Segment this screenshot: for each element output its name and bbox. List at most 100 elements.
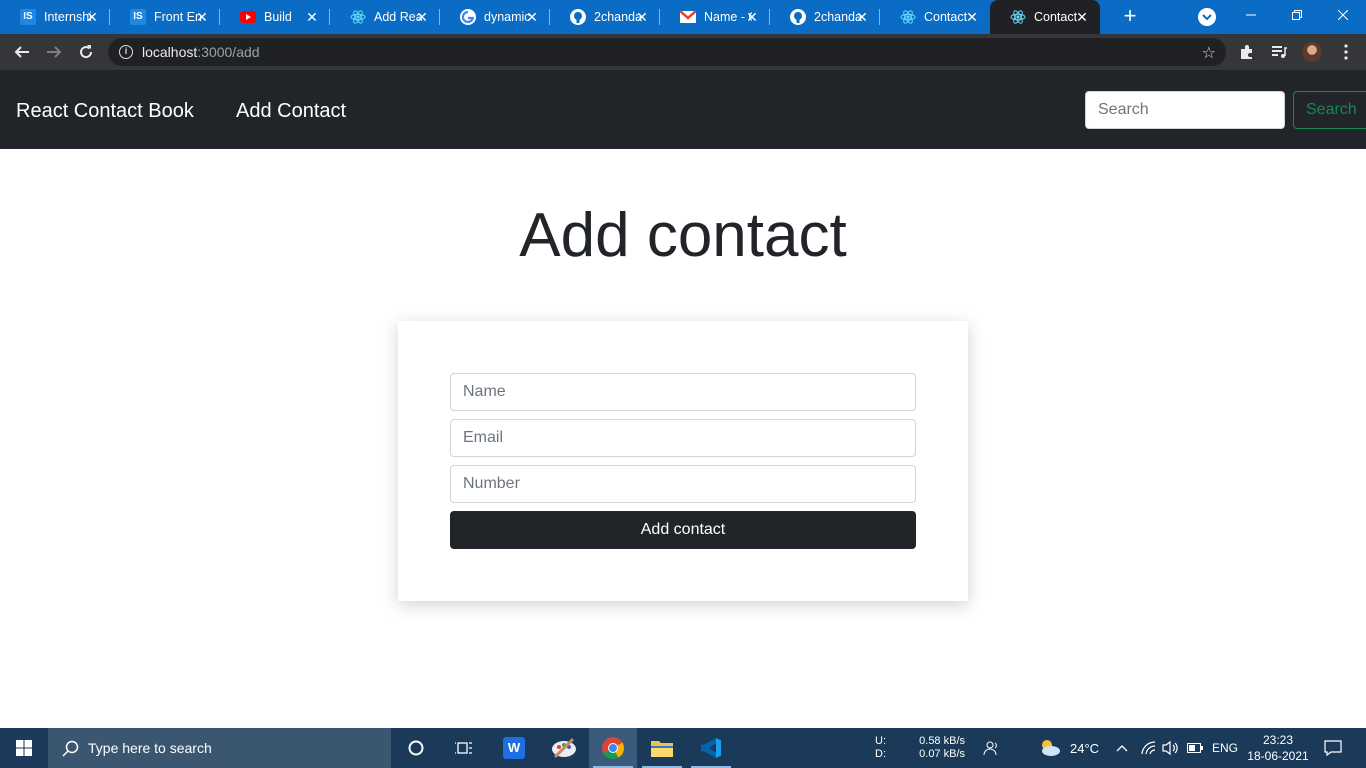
- browser-tab[interactable]: 2chanda ✕: [550, 0, 660, 34]
- speaker-icon: [1162, 740, 1178, 756]
- tab-close-icon[interactable]: ✕: [744, 9, 760, 25]
- address-bar[interactable]: i localhost:3000/add ☆: [108, 38, 1226, 66]
- paint-icon: [552, 737, 576, 759]
- browser-toolbar: i localhost:3000/add ☆: [0, 34, 1366, 70]
- arrow-right-icon: [47, 46, 62, 58]
- browser-tab-strip: ISInternship✕ISFront End✕Build✕Add React…: [0, 0, 1366, 34]
- task-view-button[interactable]: [440, 728, 488, 768]
- show-hidden-icons-button[interactable]: [1116, 728, 1128, 768]
- browser-menu-button[interactable]: [1336, 42, 1356, 62]
- reload-icon: [80, 45, 93, 59]
- browser-tab[interactable]: Add React✕: [330, 0, 440, 34]
- start-button[interactable]: [0, 728, 48, 768]
- profile-avatar[interactable]: [1302, 42, 1322, 62]
- chrome-icon: [602, 737, 624, 759]
- browser-tab[interactable]: ISInternship✕: [0, 0, 110, 34]
- url-path: :3000/add: [197, 44, 260, 60]
- chevron-down-icon: [1202, 14, 1212, 21]
- tab-close-icon[interactable]: ✕: [84, 9, 100, 25]
- wps-office-icon: W: [503, 737, 525, 759]
- app-navbar: React Contact Book Add Contact Search: [0, 70, 1366, 149]
- notifications-button[interactable]: [1324, 728, 1342, 768]
- youtube-favicon-icon: [240, 9, 256, 25]
- url-host: localhost: [142, 44, 198, 60]
- browser-tab[interactable]: Name - G✕: [660, 0, 770, 34]
- clock-time: 23:23: [1262, 733, 1294, 747]
- bookmark-star-icon[interactable]: ☆: [1202, 43, 1216, 63]
- number-field[interactable]: [450, 465, 916, 503]
- tab-close-icon[interactable]: ✕: [964, 9, 980, 25]
- download-label: D:: [875, 748, 886, 760]
- battery-button[interactable]: [1187, 728, 1203, 768]
- weather-widget[interactable]: 24°C: [1038, 728, 1099, 768]
- folder-icon: [651, 741, 673, 757]
- minimize-button[interactable]: [1228, 0, 1274, 30]
- back-button[interactable]: [10, 40, 34, 64]
- browser-tab[interactable]: Contact ✕: [990, 0, 1100, 34]
- react-favicon-icon: [1010, 9, 1026, 25]
- site-info-icon[interactable]: i: [119, 45, 133, 59]
- search-icon: [62, 740, 79, 757]
- avatar-image: [1302, 42, 1322, 62]
- browser-tab[interactable]: Build ✕: [220, 0, 330, 34]
- react-favicon-icon: [350, 9, 366, 25]
- battery-icon: [1187, 743, 1203, 753]
- close-window-button[interactable]: [1320, 0, 1366, 30]
- taskbar-vscode-app[interactable]: [687, 728, 735, 768]
- url-text: localhost:3000/add: [142, 44, 260, 60]
- new-tab-button[interactable]: +: [1118, 5, 1142, 29]
- browser-tab[interactable]: 2chanda ✕: [770, 0, 880, 34]
- page-title: Add contact: [519, 201, 847, 270]
- navbar-brand[interactable]: React Contact Book: [16, 100, 194, 123]
- name-field[interactable]: [450, 373, 916, 411]
- extensions-button[interactable]: [1237, 42, 1257, 62]
- people-button[interactable]: [983, 728, 999, 768]
- close-icon: [1338, 10, 1348, 20]
- browser-tab[interactable]: dynamic ✕: [440, 0, 550, 34]
- tab-close-icon[interactable]: ✕: [304, 9, 320, 25]
- wifi-icon: [1141, 741, 1156, 755]
- react-favicon-icon: [900, 9, 916, 25]
- tab-close-icon[interactable]: ✕: [524, 9, 540, 25]
- tab-close-icon[interactable]: ✕: [194, 9, 210, 25]
- restore-icon: [1292, 10, 1302, 20]
- github-favicon-icon: [570, 9, 586, 25]
- add-contact-button[interactable]: Add contact: [450, 511, 916, 549]
- restore-button[interactable]: [1274, 0, 1320, 30]
- email-field[interactable]: [450, 419, 916, 457]
- browser-tab[interactable]: Contact ✕: [880, 0, 990, 34]
- taskbar-paint-app[interactable]: [540, 728, 588, 768]
- tab-search-button[interactable]: [1198, 8, 1216, 26]
- taskbar-wps-app[interactable]: W: [490, 728, 538, 768]
- clock[interactable]: 23:23 18-06-2021: [1246, 728, 1310, 768]
- minimize-icon: [1246, 14, 1256, 16]
- volume-button[interactable]: [1162, 728, 1180, 768]
- windows-logo-icon: [16, 740, 32, 756]
- forward-button[interactable]: [42, 40, 66, 64]
- taskbar-chrome-app[interactable]: [589, 728, 637, 768]
- network-speed-labels: U: D:: [875, 728, 905, 768]
- taskbar-file-explorer-app[interactable]: [638, 728, 686, 768]
- nav-link-add-contact[interactable]: Add Contact: [236, 100, 346, 123]
- tab-close-icon[interactable]: ✕: [634, 9, 650, 25]
- vscode-icon: [701, 738, 721, 758]
- notification-icon: [1324, 740, 1342, 756]
- reload-button[interactable]: [74, 40, 98, 64]
- cortana-button[interactable]: [392, 728, 440, 768]
- upload-label: U:: [875, 735, 886, 747]
- google-favicon-icon: [460, 9, 476, 25]
- navbar-search-button[interactable]: Search: [1293, 91, 1366, 129]
- navbar-search-input[interactable]: [1085, 91, 1285, 129]
- tab-close-icon[interactable]: ✕: [414, 9, 430, 25]
- media-control-button[interactable]: [1269, 42, 1289, 62]
- network-button[interactable]: [1140, 728, 1156, 768]
- add-contact-card: Add contact: [398, 321, 968, 601]
- taskbar-search-placeholder: Type here to search: [88, 740, 212, 756]
- tab-close-icon[interactable]: ✕: [854, 9, 870, 25]
- browser-tab[interactable]: ISFront End✕: [110, 0, 220, 34]
- tab-close-icon[interactable]: ✕: [1074, 9, 1090, 25]
- cortana-icon: [408, 740, 424, 756]
- taskbar-search-box[interactable]: Type here to search: [48, 728, 391, 768]
- weather-cloud-icon: [1042, 740, 1060, 756]
- input-language[interactable]: ENG: [1212, 728, 1238, 768]
